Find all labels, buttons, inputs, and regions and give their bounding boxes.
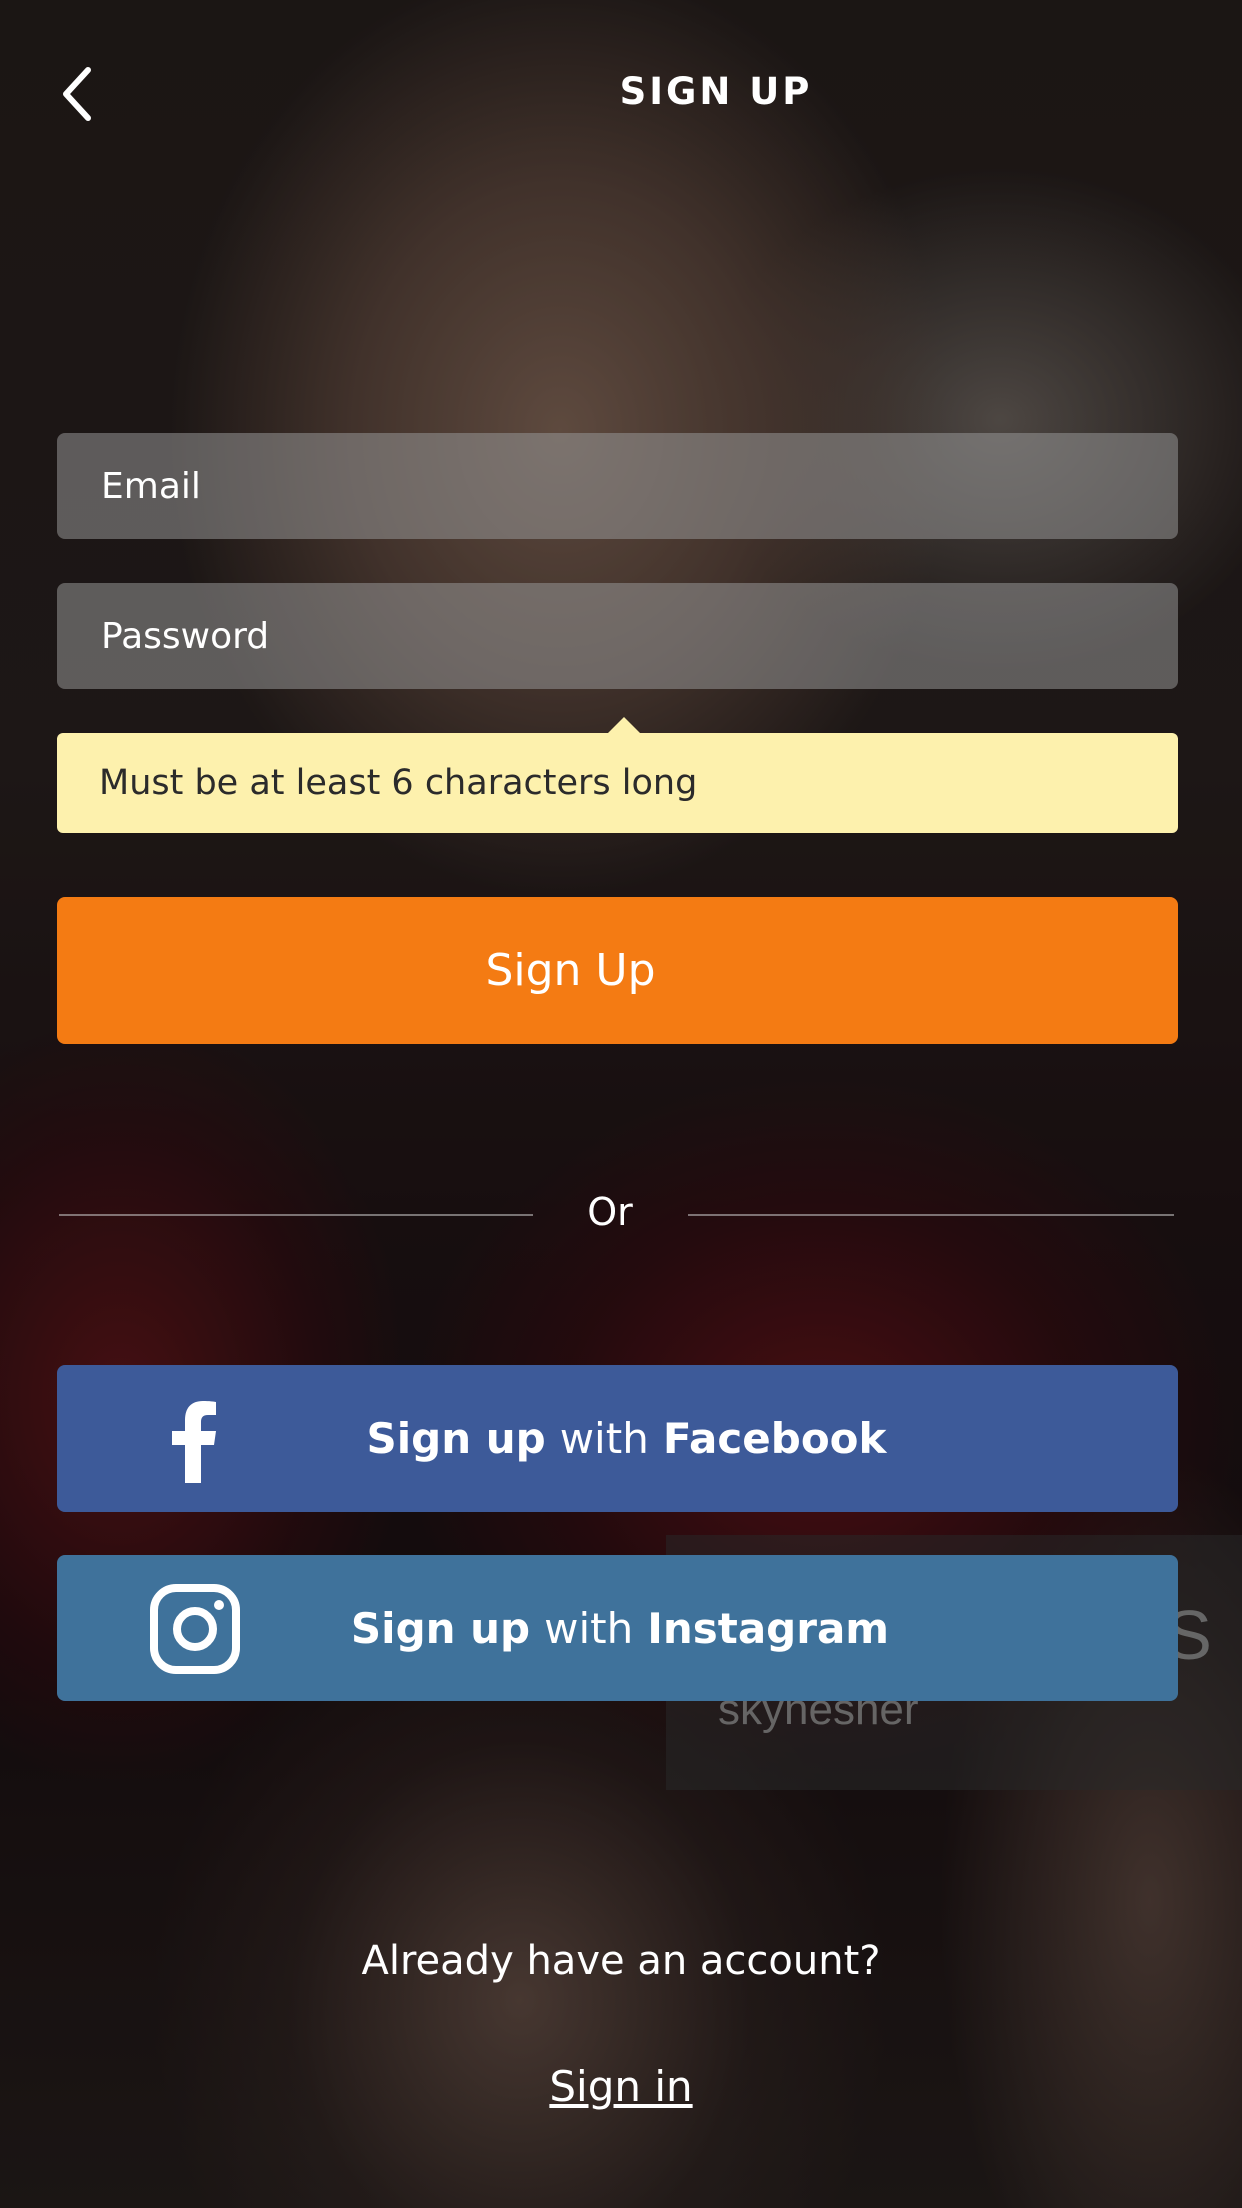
instagram-prefix: Sign up — [350, 1603, 531, 1653]
or-divider: Or — [0, 1190, 1242, 1240]
password-field[interactable] — [57, 582, 1178, 690]
sign-up-button[interactable]: Sign Up — [57, 897, 1178, 1044]
divider-line-right — [688, 1214, 1174, 1216]
password-hint: Must be at least 6 characters long — [57, 733, 1178, 833]
facebook-with: with — [559, 1414, 649, 1463]
already-have-account-text: Already have an account? — [361, 1938, 881, 1984]
divider-label: Or — [587, 1190, 633, 1234]
sign-in-container: Sign in — [0, 2062, 1242, 2111]
sign-in-link[interactable]: Sign in — [549, 2062, 692, 2111]
divider-line-left — [59, 1214, 533, 1216]
facebook-signup-label: Sign up with Facebook — [349, 1414, 887, 1463]
password-input[interactable] — [99, 582, 1178, 690]
facebook-signup-button[interactable]: Sign up with Facebook — [57, 1365, 1178, 1512]
instagram-provider: Instagram — [647, 1603, 890, 1653]
instagram-signup-button[interactable]: Sign up with Instagram — [57, 1555, 1178, 1701]
facebook-provider: Facebook — [662, 1414, 887, 1463]
header: SIGN UP — [0, 0, 1242, 190]
instagram-icon — [150, 1584, 240, 1674]
instagram-signup-label: Sign up with Instagram — [346, 1604, 889, 1653]
email-input[interactable] — [99, 432, 1178, 540]
background-overlay — [0, 0, 1242, 2208]
page-title: SIGN UP — [619, 70, 813, 113]
facebook-icon — [172, 1401, 216, 1483]
email-field[interactable] — [57, 432, 1178, 540]
facebook-prefix: Sign up — [366, 1414, 546, 1463]
hint-arrow — [608, 717, 640, 733]
instagram-with: with — [544, 1603, 634, 1653]
